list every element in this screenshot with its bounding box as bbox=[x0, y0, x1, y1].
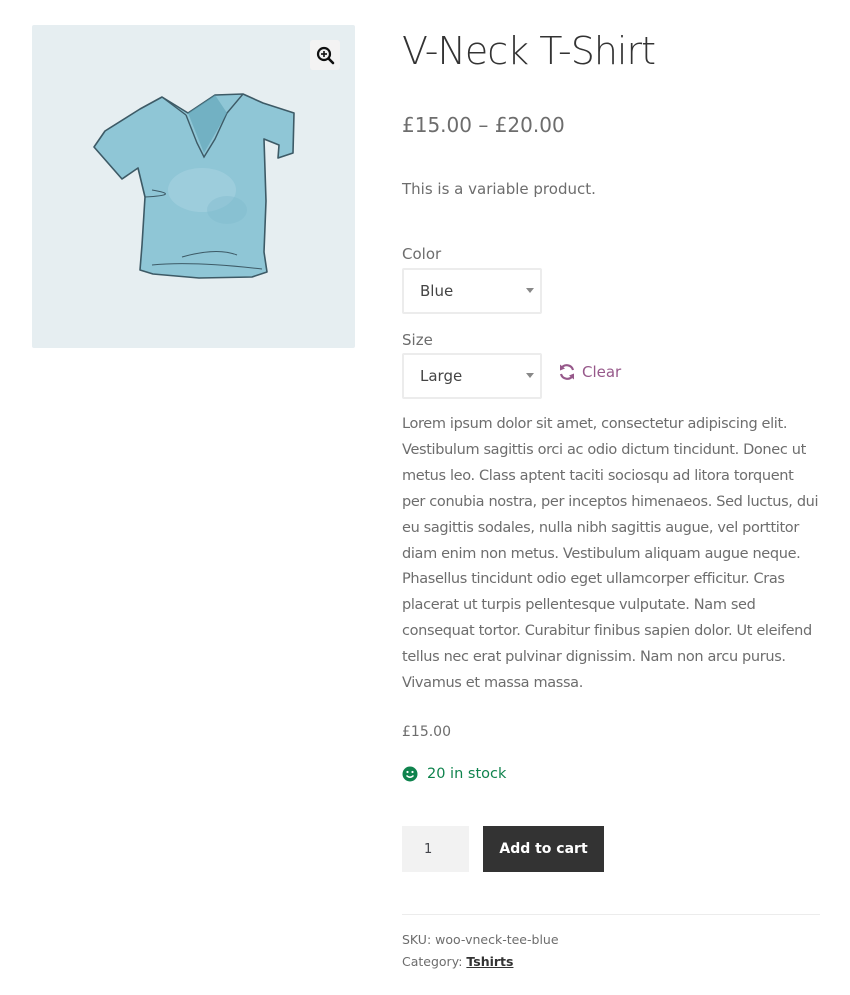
smiley-icon bbox=[402, 766, 418, 782]
magnifier-plus-icon bbox=[316, 46, 335, 65]
category-line: Category: Tshirts bbox=[402, 953, 513, 971]
stock-text: 20 in stock bbox=[427, 766, 507, 782]
divider bbox=[402, 914, 820, 915]
product-description: Lorem ipsum dolor sit amet, consectetur … bbox=[402, 416, 819, 692]
variation-price: £15.00 bbox=[402, 724, 451, 740]
size-label: Size bbox=[402, 331, 433, 349]
chevron-down-icon bbox=[526, 288, 534, 293]
stock-status: 20 in stock bbox=[402, 764, 506, 784]
v-neck-tshirt-image bbox=[93, 93, 295, 279]
quantity-input[interactable] bbox=[402, 826, 469, 872]
clear-label: Clear bbox=[582, 363, 622, 381]
clear-variations-link[interactable]: Clear bbox=[558, 360, 621, 384]
add-to-cart-button[interactable]: Add to cart bbox=[483, 826, 604, 872]
chevron-down-icon bbox=[526, 373, 534, 378]
product-title: V-Neck T-Shirt bbox=[402, 29, 656, 73]
refresh-icon bbox=[559, 364, 575, 380]
color-select[interactable]: Blue bbox=[402, 268, 542, 314]
color-label: Color bbox=[402, 245, 442, 263]
sku-label: SKU: bbox=[402, 932, 432, 947]
category-label: Category: bbox=[402, 954, 463, 969]
product-gallery bbox=[32, 25, 355, 348]
short-description: This is a variable product. bbox=[402, 180, 596, 198]
size-select-value: Large bbox=[420, 367, 463, 385]
category-link[interactable]: Tshirts bbox=[466, 954, 513, 969]
price-range: £15.00 – £20.00 bbox=[402, 113, 565, 137]
size-select[interactable]: Large bbox=[402, 353, 542, 399]
color-select-value: Blue bbox=[420, 282, 454, 300]
sku-value: woo-vneck-tee-blue bbox=[435, 932, 559, 947]
sku-line: SKU: woo-vneck-tee-blue bbox=[402, 931, 559, 949]
zoom-button[interactable] bbox=[310, 40, 340, 70]
